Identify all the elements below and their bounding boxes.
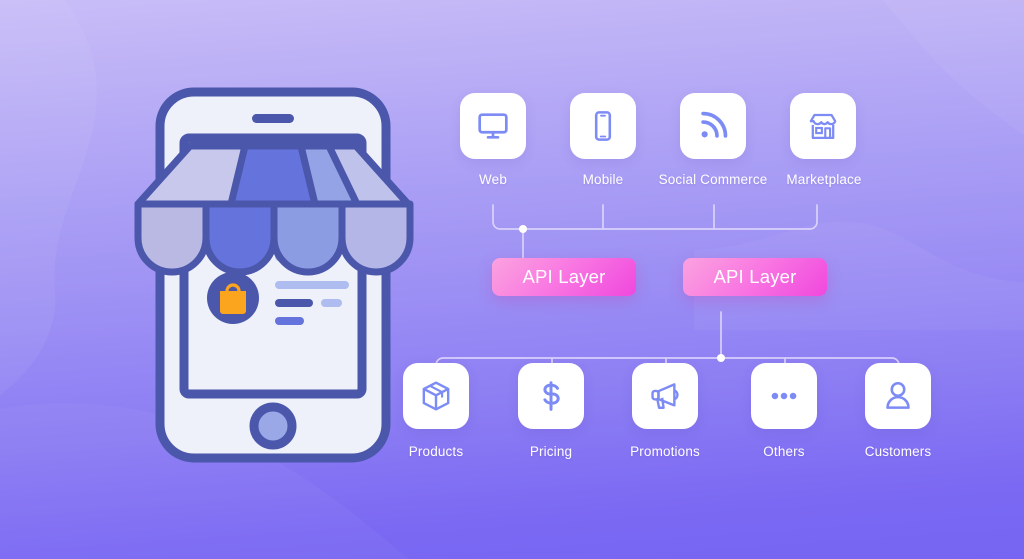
service-label-products: Products xyxy=(408,444,464,459)
shop-awning xyxy=(134,142,414,276)
api-layer-lower-chip[interactable]: API Layer xyxy=(683,258,827,296)
service-tile-products[interactable] xyxy=(403,363,469,429)
channel-tile-marketplace[interactable] xyxy=(790,93,856,159)
service-tile-promotions[interactable] xyxy=(632,363,698,429)
monitor-icon xyxy=(478,113,508,139)
smartphone-icon xyxy=(594,111,612,141)
dollar-sign-icon xyxy=(543,381,560,411)
megaphone-icon xyxy=(651,383,679,409)
service-label-customers: Customers xyxy=(864,444,932,459)
api-layer-lower-label: API Layer xyxy=(713,266,797,287)
connector-junction-top xyxy=(519,225,527,233)
channel-label-social-commerce: Social Commerce xyxy=(658,172,768,187)
service-tile-others[interactable] xyxy=(751,363,817,429)
connector-junction-bottom xyxy=(717,354,725,362)
service-label-pricing: Pricing xyxy=(529,444,573,459)
phone-earpiece xyxy=(252,114,294,123)
channel-tile-social-commerce[interactable] xyxy=(680,93,746,159)
api-layer-upper-label: API Layer xyxy=(522,266,606,287)
mobile-storefront-illustration xyxy=(134,87,414,463)
channel-tile-web[interactable] xyxy=(460,93,526,159)
service-label-others: Others xyxy=(763,444,805,459)
channel-label-web: Web xyxy=(479,172,507,187)
channel-label-mobile: Mobile xyxy=(582,172,624,187)
architecture-diagram: Web Mobile Social Commerce Marketplace A… xyxy=(403,80,931,480)
box-package-icon xyxy=(422,381,450,411)
channel-tile-mobile[interactable] xyxy=(570,93,636,159)
api-layer-upper-chip[interactable]: API Layer xyxy=(492,258,636,296)
service-tile-customers[interactable] xyxy=(865,363,931,429)
service-label-promotions: Promotions xyxy=(630,444,700,459)
channel-label-marketplace: Marketplace xyxy=(786,172,862,187)
ellipsis-icon xyxy=(771,392,797,400)
storefront-icon xyxy=(809,113,837,140)
rss-signal-icon xyxy=(701,111,728,138)
user-person-icon xyxy=(886,381,910,409)
phone-home-button xyxy=(249,402,297,450)
service-tile-pricing[interactable] xyxy=(518,363,584,429)
diagram-canvas: Web Mobile Social Commerce Marketplace A… xyxy=(0,0,1024,559)
